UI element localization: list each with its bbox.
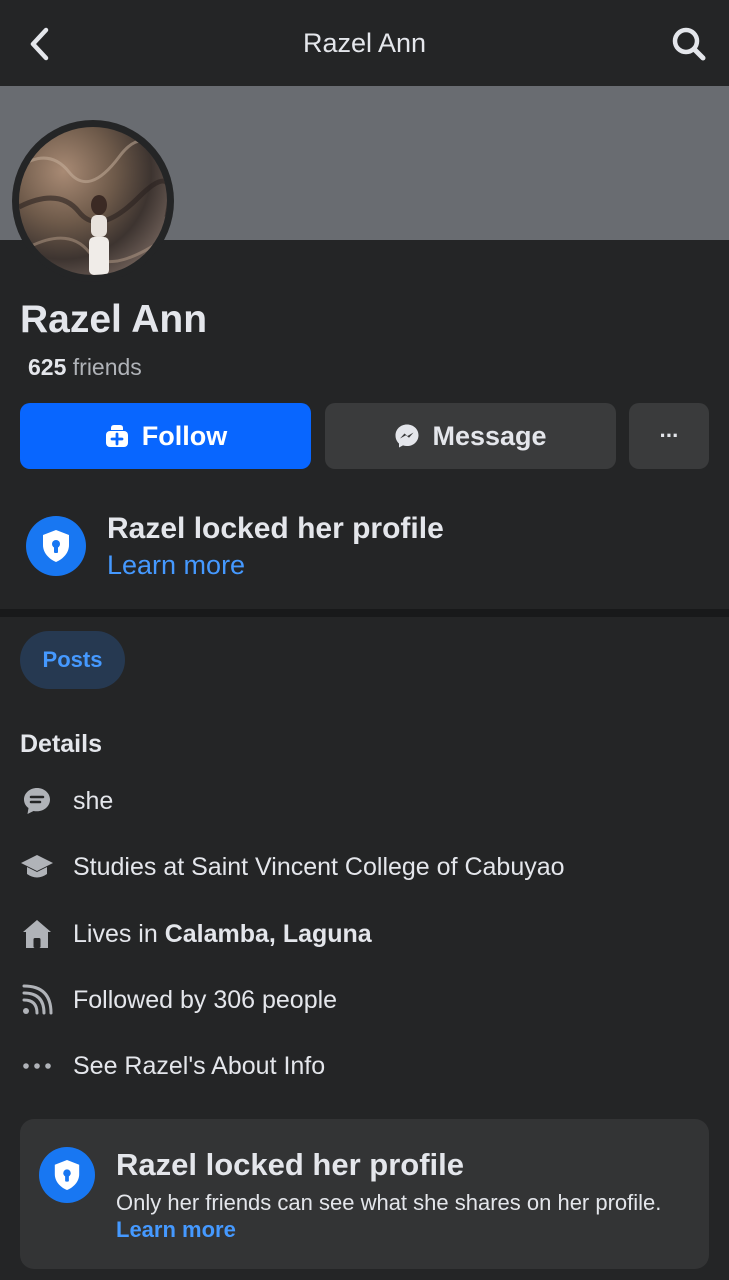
friends-count[interactable]: 625 friends [28,354,142,381]
card-body: Only her friends can see what she shares… [116,1189,676,1243]
shield-lock-icon [26,516,86,576]
follow-label: Follow [141,420,228,451]
card-learn-more-link[interactable]: Learn more [116,1217,236,1242]
messenger-icon [395,424,419,448]
chevron-left-icon [30,27,49,61]
back-button[interactable] [24,24,58,64]
ellipsis-icon [20,1049,54,1083]
detail-pronouns: she [20,781,113,821]
detail-text: Studies at Saint Vincent College of Cabu… [73,852,565,881]
rss-icon [20,983,54,1017]
detail-text: Followed by 306 people [73,985,338,1014]
shield-lock-icon [39,1147,95,1203]
tab-posts[interactable]: Posts [20,631,125,689]
profile-name: Razel Ann [20,298,208,341]
locked-profile-card: Razel locked her profile Only her friend… [20,1119,709,1269]
more-options-button[interactable]: ··· [629,403,709,469]
detail-prefix: Lives in [73,919,165,948]
card-title: Razel locked her profile [116,1147,464,1182]
learn-more-link[interactable]: Learn more [107,550,245,581]
detail-education[interactable]: Studies at Saint Vincent College of Cabu… [20,847,565,887]
follow-button[interactable]: Follow [20,403,311,469]
lock-title: Razel locked her profile [107,512,444,545]
add-friend-icon [105,425,128,447]
section-divider [0,609,729,617]
details-heading: Details [20,730,102,758]
detail-location-name: Calamba, Laguna [164,919,372,948]
detail-text: See Razel's About Info [73,1051,326,1080]
card-body-text: Only her friends can see what she shares… [116,1190,662,1215]
message-button[interactable]: Message [325,403,616,469]
detail-text: Lives in Calamba, Laguna [73,920,372,949]
friends-number: 625 [28,354,67,380]
detail-location[interactable]: Lives in Calamba, Laguna [20,914,372,954]
home-icon [20,917,54,951]
more-icon: ··· [659,423,680,448]
chat-bubble-icon [20,784,54,818]
detail-followers[interactable]: Followed by 306 people [20,980,337,1020]
message-label: Message [432,420,547,451]
search-button[interactable] [669,24,709,64]
top-bar: Razel Ann [0,0,729,86]
search-icon [672,27,706,61]
friends-label: friends [72,354,142,380]
detail-about-info[interactable]: See Razel's About Info [20,1046,325,1086]
locked-profile-notice: Razel locked her profile Learn more [26,510,706,590]
graduation-cap-icon [20,850,54,884]
profile-picture[interactable] [12,120,174,282]
detail-text: she [73,786,114,815]
avatar-image [19,127,167,275]
page-title: Razel Ann [302,27,427,58]
